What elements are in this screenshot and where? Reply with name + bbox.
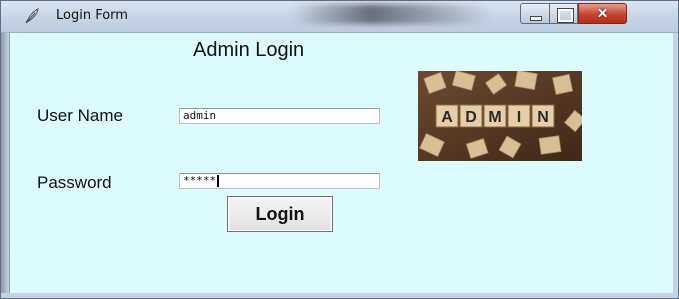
title-bar-glass <box>291 4 491 24</box>
password-field[interactable]: ***** <box>179 173 380 189</box>
text-caret <box>217 175 220 187</box>
password-label: Password <box>37 173 112 192</box>
letter-tile-label: A <box>441 109 453 126</box>
window-title: Login Form <box>56 8 128 23</box>
letter-tile-label: N <box>537 109 549 126</box>
page-title: Admin Login <box>193 39 305 61</box>
window-left-border <box>1 33 9 293</box>
maximize-icon <box>557 8 574 23</box>
letter-tile-label: D <box>465 109 477 126</box>
feather-icon <box>25 8 39 24</box>
username-value: admin <box>183 109 217 122</box>
letter-tile-label: I <box>517 109 521 126</box>
minimize-icon <box>530 16 542 21</box>
close-button[interactable]: ✕ <box>578 3 627 24</box>
letter-tile-label: M <box>488 109 501 126</box>
minimize-button[interactable] <box>520 3 549 24</box>
admin-image: ADMIN <box>418 71 582 161</box>
username-field[interactable]: admin <box>179 108 380 124</box>
login-button[interactable]: Login <box>227 196 333 232</box>
maximize-button[interactable] <box>549 3 578 24</box>
login-window: Login Form ✕ Admin Login User Name admin… <box>0 0 679 299</box>
username-label: User Name <box>37 106 123 125</box>
title-bar[interactable]: Login Form ✕ <box>1 1 678 33</box>
close-icon: ✕ <box>596 5 609 21</box>
password-value: ***** <box>183 174 217 187</box>
